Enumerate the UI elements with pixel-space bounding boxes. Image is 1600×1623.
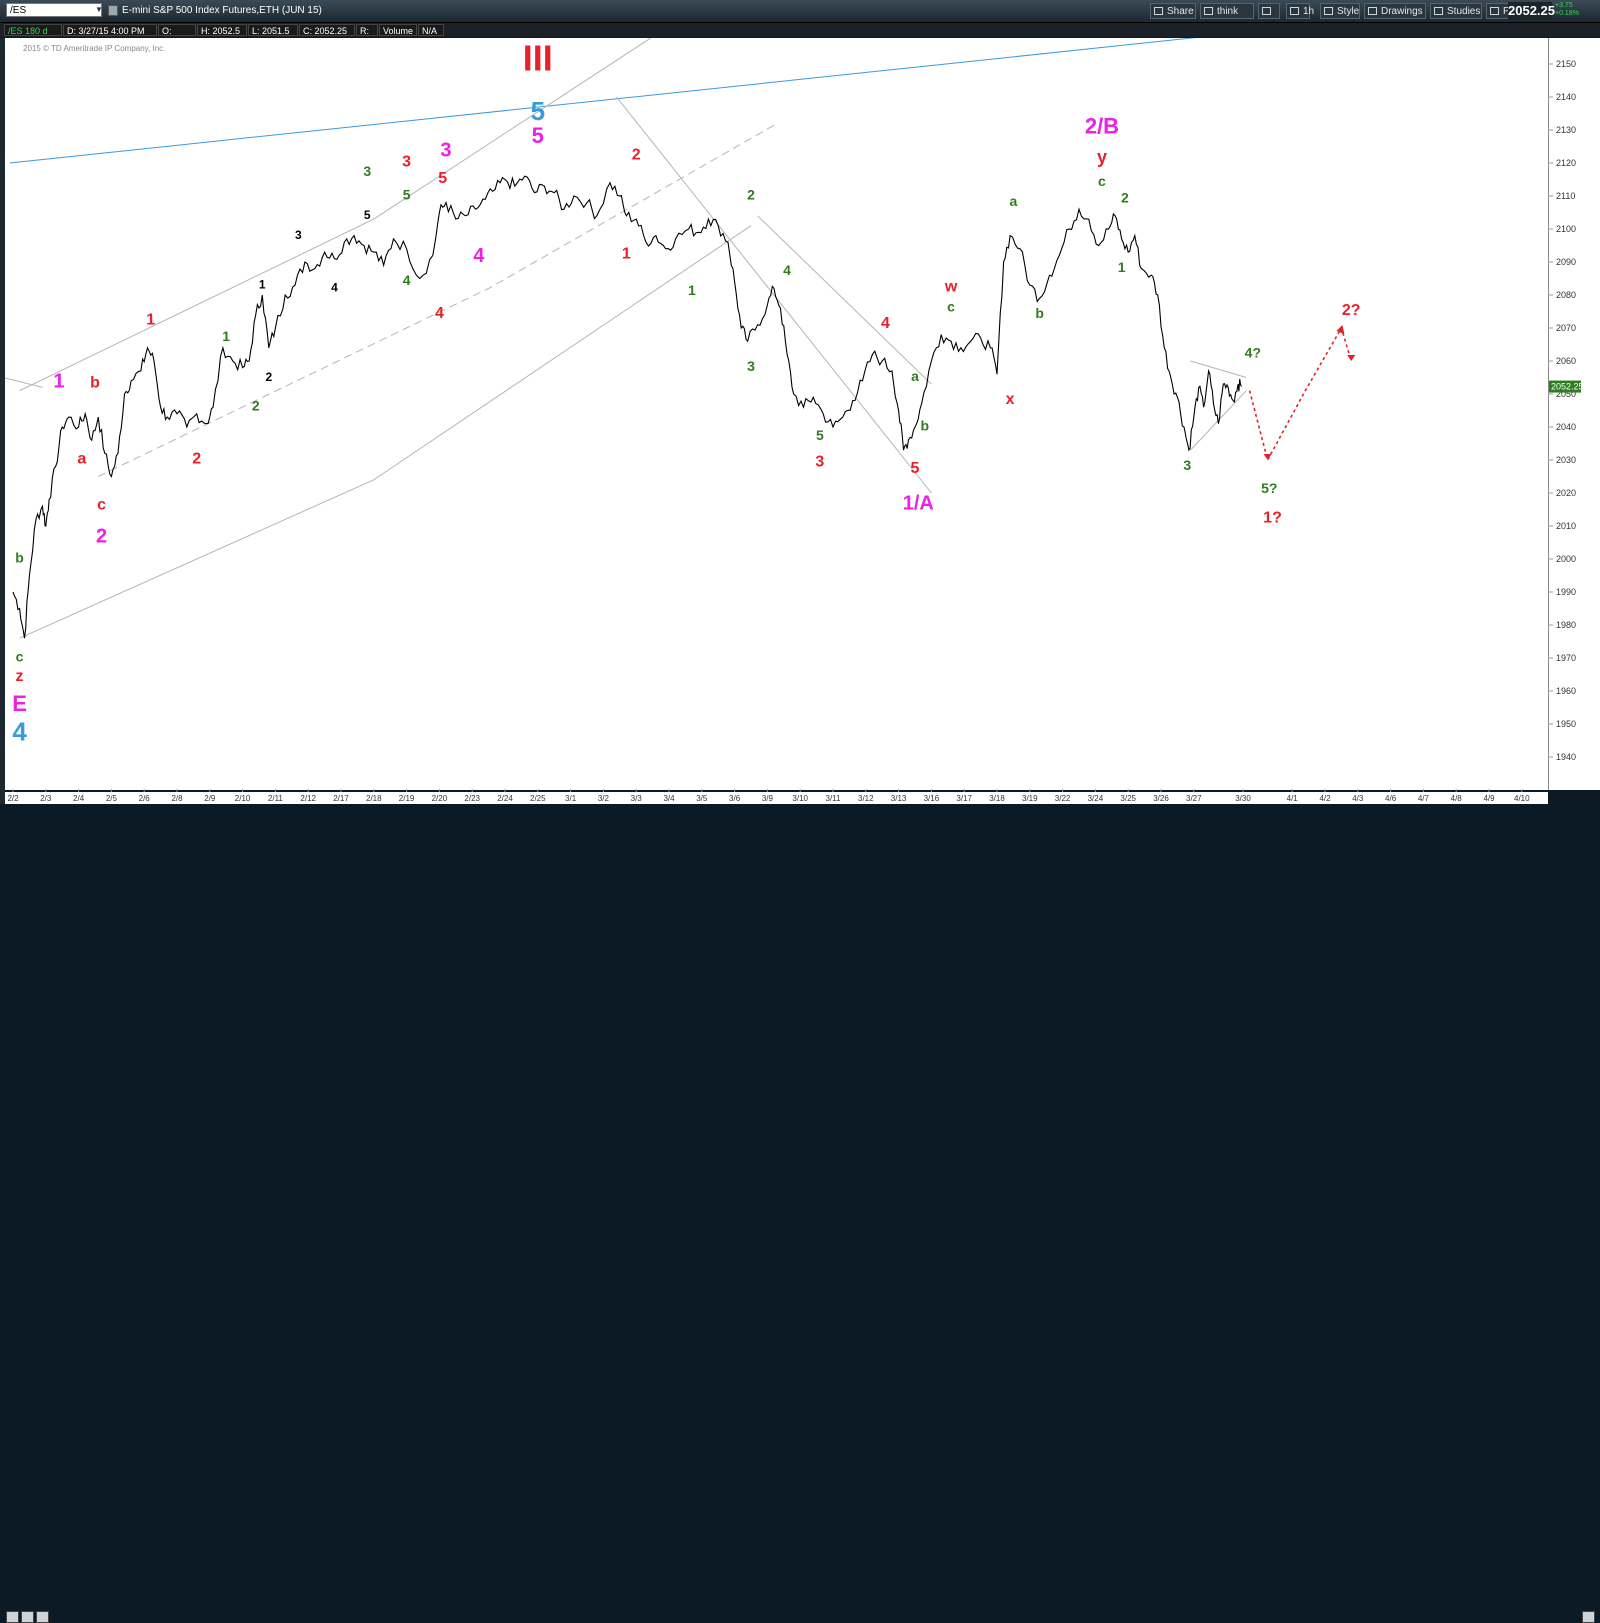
timeframe-button[interactable]: 1h — [1286, 3, 1314, 19]
bar-low: L: 2051.5 — [248, 24, 298, 36]
bar-range: R: 1 — [356, 24, 378, 48]
zoom-in-icon[interactable] — [6, 1611, 19, 1623]
style-button[interactable]: Style — [1320, 3, 1360, 19]
bottom-bar — [0, 804, 1600, 1623]
style-button-label: Style — [1337, 6, 1360, 17]
time-axis[interactable] — [5, 792, 1548, 804]
chart-area[interactable] — [5, 38, 1548, 790]
expand-icon[interactable] — [1582, 1611, 1595, 1623]
timeframe-icon — [1290, 7, 1299, 15]
studies-icon — [1434, 7, 1443, 15]
drawings-button-label: Drawings — [1381, 6, 1423, 17]
last-price: 2052.25 — [1508, 2, 1555, 20]
symbol-input[interactable]: /ES — [6, 3, 102, 17]
share-button[interactable]: Share — [1150, 3, 1196, 19]
drawings-icon — [1368, 7, 1377, 15]
symbol-period[interactable]: /ES 180 d 1h — [4, 24, 62, 48]
instrument-title: E-mini S&P 500 Index Futures,ETH (JUN 15… — [122, 5, 322, 16]
drawing-tool-button[interactable] — [1258, 3, 1280, 19]
style-icon — [1324, 7, 1333, 15]
zoom-fit-icon[interactable] — [36, 1611, 49, 1623]
share-button-label: Share — [1167, 6, 1194, 17]
volume-label: Volume — [379, 24, 417, 36]
share-icon — [1154, 7, 1163, 15]
quote-info-bar: /ES 180 d 1h D: 3/27/15 4:00 PM O: 2052 … — [0, 23, 1600, 48]
chevron-down-icon[interactable]: ▼ — [94, 4, 104, 16]
timeframe-button-label: 1h — [1303, 6, 1315, 17]
link-icon[interactable] — [108, 5, 118, 16]
bar-high: H: 2052.5 — [197, 24, 247, 36]
drawing-tool-icon — [1262, 7, 1271, 15]
change-points: +3.75 — [1555, 2, 1573, 9]
top-toolbar: /ES ▼ E-mini S&P 500 Index Futures,ETH (… — [0, 0, 1600, 33]
patterns-icon — [1490, 7, 1499, 15]
volume-value: N/A — [418, 24, 444, 36]
think-ai-button[interactable]: think A.I. — [1200, 3, 1254, 33]
zoom-out-icon[interactable] — [21, 1611, 34, 1623]
drawings-button[interactable]: Drawings — [1364, 3, 1426, 19]
bar-close: C: 2052.25 — [299, 24, 355, 36]
studies-button-label: Studies — [1447, 6, 1481, 17]
change-percent: +0.18% — [1555, 10, 1579, 17]
copyright-notice: 2015 © TD Ameritrade IP Company, Inc. — [23, 44, 166, 53]
bar-date: D: 3/27/15 4:00 PM — [63, 24, 157, 36]
studies-button[interactable]: Studies — [1430, 3, 1482, 19]
bar-open: O: 2052 — [158, 24, 196, 48]
price-axis[interactable] — [1548, 38, 1600, 790]
think-ai-icon — [1204, 7, 1213, 15]
price-change: +3.75 +0.18% — [1555, 2, 1579, 18]
